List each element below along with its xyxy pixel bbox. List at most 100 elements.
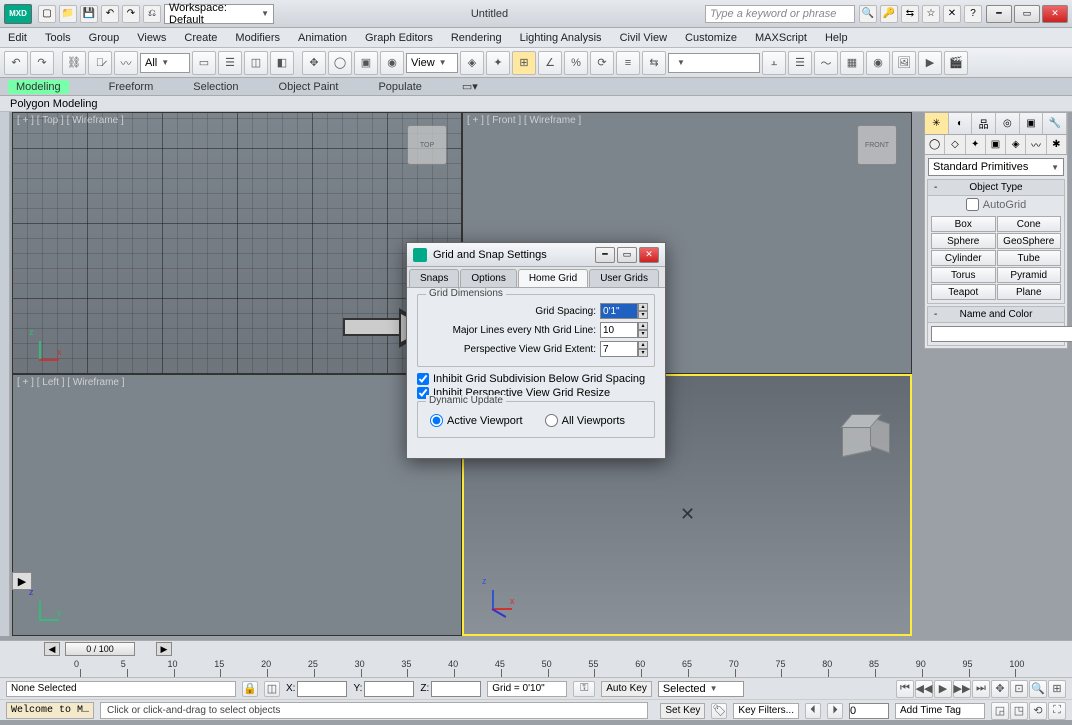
pyramid-button[interactable]: Pyramid	[997, 267, 1062, 283]
torus-button[interactable]: Torus	[931, 267, 996, 283]
signin-icon[interactable]: 🔑	[880, 5, 898, 23]
persp-extent-input[interactable]	[600, 341, 638, 357]
render-frame-icon[interactable]: ▶	[918, 51, 942, 75]
time-slider[interactable]: 0 / 100	[65, 642, 135, 656]
major-lines-spinner[interactable]: ▴▾	[638, 322, 648, 338]
setkey-button[interactable]: Set Key	[660, 703, 705, 719]
lights-icon[interactable]: ✦	[966, 135, 986, 154]
all-viewports-radio[interactable]	[545, 414, 558, 427]
create-tab-icon[interactable]: ✳	[925, 113, 949, 134]
tab-snaps[interactable]: Snaps	[409, 269, 459, 287]
move-icon[interactable]: ✥	[302, 51, 326, 75]
render-prod-icon[interactable]: 🎬	[944, 51, 968, 75]
display-tab-icon[interactable]: ▣	[1020, 113, 1044, 134]
object-type-header[interactable]: Object Type	[928, 180, 1064, 196]
ribbon-modeling[interactable]: Modeling	[8, 80, 69, 94]
menu-help[interactable]: Help	[825, 32, 848, 44]
teapot-button[interactable]: Teapot	[931, 284, 996, 300]
redo-icon[interactable]: ↷	[122, 5, 140, 23]
ribbon-freeform[interactable]: Freeform	[109, 81, 154, 93]
geometry-icon[interactable]: ◯	[925, 135, 945, 154]
favorite-icon[interactable]: ☆	[922, 5, 940, 23]
new-icon[interactable]: ▢	[38, 5, 56, 23]
save-icon[interactable]: 💾	[80, 5, 98, 23]
autokey-button[interactable]: Auto Key	[601, 681, 652, 697]
key-icon[interactable]: ⚿	[573, 681, 595, 697]
tube-button[interactable]: Tube	[997, 250, 1062, 266]
help-icon[interactable]: ?	[964, 5, 982, 23]
x-coord-input[interactable]	[297, 681, 347, 697]
open-icon[interactable]: 📁	[59, 5, 77, 23]
bind-tb-icon[interactable]: 〰	[114, 51, 138, 75]
tab-usergrids[interactable]: User Grids	[589, 269, 659, 287]
window-cross-icon[interactable]: ◧	[270, 51, 294, 75]
grid-spacing-input[interactable]	[600, 303, 638, 319]
geosphere-button[interactable]: GeoSphere	[997, 233, 1062, 249]
goto-end-icon[interactable]: ⏭	[972, 680, 990, 698]
motion-tab-icon[interactable]: ◎	[996, 113, 1020, 134]
viewcube-front[interactable]: FRONT	[857, 125, 897, 165]
dialog-min-button[interactable]: ━	[595, 247, 615, 263]
add-time-tag[interactable]: Add Time Tag	[895, 703, 985, 719]
unlink-tb-icon[interactable]: ⛓̷	[88, 51, 112, 75]
dialog-max-button[interactable]: ▭	[617, 247, 637, 263]
cone-button[interactable]: Cone	[997, 216, 1062, 232]
manip-icon[interactable]: ✦	[486, 51, 510, 75]
menu-animation[interactable]: Animation	[298, 32, 347, 44]
select-region-icon[interactable]: ◫	[244, 51, 268, 75]
mirror-icon[interactable]: ⇆	[642, 51, 666, 75]
inhibit-subdiv-check[interactable]	[417, 373, 429, 385]
cylinder-button[interactable]: Cylinder	[931, 250, 996, 266]
maxscript-mini[interactable]: Welcome to M…	[6, 702, 94, 719]
select-icon[interactable]: ▭	[192, 51, 216, 75]
name-color-header[interactable]: Name and Color	[928, 307, 1064, 323]
spacewarps-icon[interactable]: 〰	[1026, 135, 1046, 154]
nav1-icon[interactable]: ✥	[991, 680, 1009, 698]
nav4-icon[interactable]: ⊞	[1048, 680, 1066, 698]
close-extras-icon[interactable]: ✕	[943, 5, 961, 23]
viewcube-persp[interactable]	[836, 416, 880, 460]
menu-rendering[interactable]: Rendering	[451, 32, 502, 44]
goto-start-icon[interactable]: ⏮	[896, 680, 914, 698]
viewport-left[interactable]: [ + ] [ Left ] [ Wireframe ] zy	[12, 374, 462, 636]
maximize-button[interactable]: ▭	[1014, 5, 1040, 23]
utilities-tab-icon[interactable]: 🔧	[1043, 113, 1067, 134]
menu-civilview[interactable]: Civil View	[620, 32, 667, 44]
menu-modifiers[interactable]: Modifiers	[235, 32, 280, 44]
viewport-play-icon[interactable]: ▶	[12, 572, 32, 590]
undo-icon[interactable]: ↶	[101, 5, 119, 23]
ribbon-selection[interactable]: Selection	[193, 81, 238, 93]
menu-grapheditors[interactable]: Graph Editors	[365, 32, 433, 44]
nav2-icon[interactable]: ⊡	[1010, 680, 1028, 698]
link-tb-icon[interactable]: ⛓	[62, 51, 86, 75]
schematic-icon[interactable]: ▦	[840, 51, 864, 75]
z-coord-input[interactable]	[431, 681, 481, 697]
cameras-icon[interactable]: ▣	[986, 135, 1006, 154]
grid-spacing-spinner[interactable]: ▴▾	[638, 303, 648, 319]
named-sel-combo[interactable]: ▼	[668, 53, 760, 73]
box-button[interactable]: Box	[931, 216, 996, 232]
angle-snap-icon[interactable]: ∠	[538, 51, 562, 75]
close-button[interactable]: ✕	[1042, 5, 1068, 23]
nav3-icon[interactable]: 🔍	[1029, 680, 1047, 698]
minimize-button[interactable]: ━	[986, 5, 1012, 23]
prev-frame-icon[interactable]: ◀◀	[915, 680, 933, 698]
slider-next[interactable]: ▶	[156, 642, 172, 656]
render-setup-icon[interactable]: 🖼	[892, 51, 916, 75]
percent-snap-icon[interactable]: %	[564, 51, 588, 75]
vp-left-label[interactable]: [ + ] [ Left ] [ Wireframe ]	[17, 377, 125, 388]
selection-filter-combo[interactable]: All▼	[140, 53, 190, 73]
spinner-snap-icon[interactable]: ⟳	[590, 51, 614, 75]
plane-button[interactable]: Plane	[997, 284, 1062, 300]
nav7-icon[interactable]: ⟲	[1029, 702, 1047, 720]
select-name-icon[interactable]: ☰	[218, 51, 242, 75]
material-editor-icon[interactable]: ◉	[866, 51, 890, 75]
y-coord-input[interactable]	[364, 681, 414, 697]
menu-customize[interactable]: Customize	[685, 32, 737, 44]
app-icon[interactable]: MXD	[4, 4, 32, 24]
major-lines-input[interactable]	[600, 322, 638, 338]
viewcube-top[interactable]: TOP	[407, 125, 447, 165]
scale-icon[interactable]: ▣	[354, 51, 378, 75]
modify-tab-icon[interactable]: ◐	[949, 113, 973, 134]
redo-tb-icon[interactable]: ↷	[30, 51, 54, 75]
